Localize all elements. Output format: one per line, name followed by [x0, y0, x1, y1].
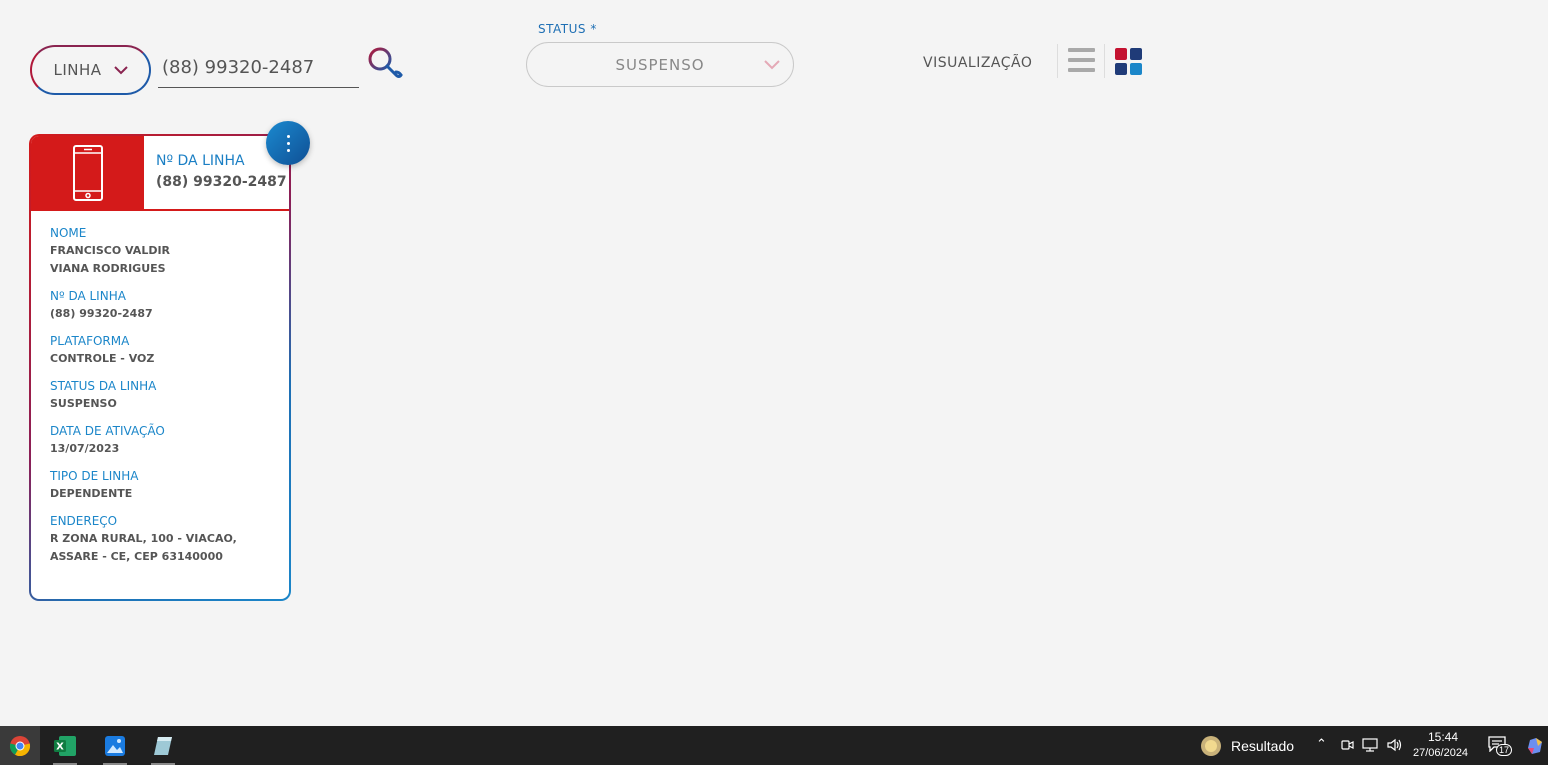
field-value: (88) 99320-2487	[50, 307, 153, 320]
chrome-icon	[9, 735, 31, 756]
svg-text:X: X	[56, 741, 64, 752]
line-card: Nº DA LINHA (88) 99320-2487 NOME FRANCIS…	[29, 134, 291, 601]
field-value: SUSPENSO	[50, 397, 117, 410]
chevron-up-icon[interactable]: ⌃	[1316, 737, 1327, 752]
taskbar: X Resultado ⌃ 15:44 27/06/2024 17	[0, 726, 1548, 765]
card-body: NOME FRANCISCO VALDIR VIANA RODRIGUES Nº…	[31, 211, 289, 566]
photos-icon	[105, 735, 125, 756]
copilot-icon[interactable]	[1526, 736, 1546, 756]
view-mode-label: VISUALIZAÇÃO	[923, 55, 1033, 71]
card-header-icon-area	[31, 136, 144, 209]
taskbar-notification-text[interactable]: Resultado	[1231, 738, 1294, 754]
weather-icon[interactable]	[1200, 735, 1222, 757]
field-line-number: Nº DA LINHA (88) 99320-2487	[50, 288, 270, 323]
status-value: SUSPENSO	[615, 55, 705, 74]
card-header-label: Nº DA LINHA	[156, 153, 245, 169]
clock-date[interactable]: 27/06/2024	[1413, 747, 1468, 759]
field-address: ENDEREÇO R ZONA RURAL, 100 - VIACAO, ASS…	[50, 513, 270, 566]
field-value: CONTROLE - VOZ	[50, 352, 155, 365]
taskbar-app-photos[interactable]	[95, 726, 135, 765]
field-line-status: STATUS DA LINHA SUSPENSO	[50, 378, 270, 413]
card-more-options-button[interactable]	[266, 121, 310, 165]
network-icon[interactable]	[1362, 738, 1378, 752]
volume-icon[interactable]	[1387, 738, 1403, 752]
divider	[1104, 44, 1105, 78]
field-label: ENDEREÇO	[50, 514, 118, 528]
taskbar-app-chrome[interactable]	[0, 726, 40, 765]
grid-view-button[interactable]	[1115, 48, 1142, 75]
search-input[interactable]	[158, 48, 359, 88]
taskbar-app-notes[interactable]	[143, 726, 183, 765]
field-value: R ZONA RURAL, 100 - VIACAO, ASSARE - CE,…	[50, 532, 237, 563]
field-platform: PLATAFORMA CONTROLE - VOZ	[50, 333, 270, 368]
field-value: 13/07/2023	[50, 442, 120, 455]
status-select[interactable]: SUSPENSO	[526, 42, 794, 87]
field-line-type: TIPO DE LINHA DEPENDENTE	[50, 468, 270, 503]
smartphone-icon	[72, 144, 103, 201]
clock-time[interactable]: 15:44	[1428, 730, 1458, 744]
chevron-down-icon	[113, 66, 128, 75]
field-label: PLATAFORMA	[50, 334, 130, 348]
field-value: FRANCISCO VALDIR VIANA RODRIGUES	[50, 244, 171, 275]
divider	[1057, 44, 1058, 78]
list-view-button[interactable]	[1068, 48, 1095, 74]
notes-icon	[154, 736, 172, 755]
search-type-label: LINHA	[53, 61, 102, 79]
search-type-select[interactable]: LINHA	[30, 45, 151, 95]
field-name: NOME FRANCISCO VALDIR VIANA RODRIGUES	[50, 225, 270, 278]
search-icon[interactable]	[366, 45, 404, 83]
status-label: STATUS *	[538, 22, 597, 36]
excel-icon: X	[54, 735, 76, 756]
field-label: DATA DE ATIVAÇÃO	[50, 424, 165, 438]
card-header-value: (88) 99320-2487	[156, 174, 287, 190]
notification-center-button[interactable]: 17	[1488, 736, 1513, 758]
field-label: Nº DA LINHA	[50, 289, 126, 303]
chevron-down-icon	[764, 60, 780, 70]
taskbar-app-excel[interactable]: X	[45, 726, 85, 765]
field-activation-date: DATA DE ATIVAÇÃO 13/07/2023	[50, 423, 270, 458]
meet-now-icon[interactable]	[1340, 738, 1354, 752]
field-label: STATUS DA LINHA	[50, 379, 157, 393]
notification-count: 17	[1496, 744, 1513, 756]
more-vertical-icon	[286, 134, 290, 138]
field-value: DEPENDENTE	[50, 487, 133, 500]
field-label: TIPO DE LINHA	[50, 469, 139, 483]
field-label: NOME	[50, 226, 87, 240]
card-header: Nº DA LINHA (88) 99320-2487	[31, 136, 289, 211]
